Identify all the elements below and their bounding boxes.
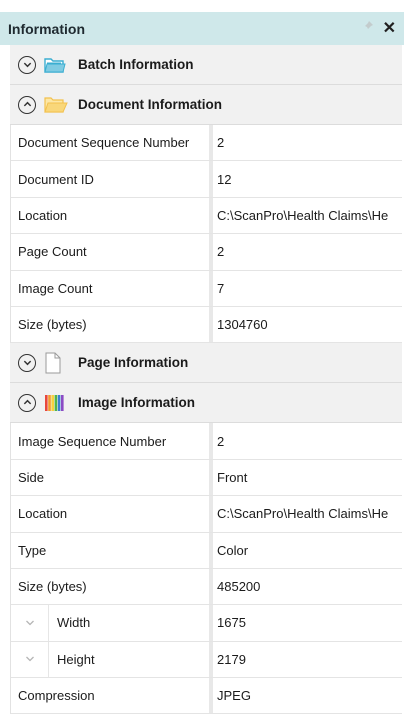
chevron-down-icon[interactable] (11, 605, 49, 641)
property-row[interactable]: Type Color (11, 532, 402, 569)
property-value[interactable]: 2179 (213, 642, 402, 677)
property-row[interactable]: Document ID 12 (11, 161, 402, 198)
property-value[interactable]: Front (213, 460, 402, 495)
property-row[interactable]: Compression JPEG (11, 678, 402, 715)
image-properties-table: Image Sequence Number 2 Side Front Locatio… (10, 423, 402, 715)
property-value[interactable]: JPEG (213, 678, 402, 713)
property-label: Compression (11, 678, 209, 714)
section-header-document[interactable]: Document Information (10, 85, 402, 125)
section-header-image[interactable]: Image Information (10, 383, 402, 424)
chevron-down-circle-icon[interactable] (18, 353, 36, 372)
chevron-up-circle-icon[interactable] (18, 393, 36, 412)
document-properties-table: Document Sequence Number 2 Document ID 12 … (10, 125, 402, 344)
property-row[interactable]: Page Count 2 (11, 234, 402, 271)
property-label: Image Count (11, 270, 209, 306)
property-label: Document ID (11, 161, 209, 197)
property-row[interactable]: Document Sequence Number 2 (11, 125, 402, 162)
property-label: Image Sequence Number (11, 423, 209, 459)
property-label: Type (11, 532, 209, 568)
chevron-up-circle-icon[interactable] (18, 95, 36, 114)
close-icon[interactable]: ✕ (383, 18, 396, 38)
property-label-cell: Height (11, 641, 209, 678)
property-row[interactable]: Location C:\ScanPro\Health Claims\He (11, 197, 402, 235)
chevron-down-circle-icon[interactable] (18, 55, 36, 74)
section-header-page[interactable]: Page Information (10, 343, 402, 384)
property-row[interactable]: Image Count 7 (11, 270, 402, 307)
chevron-down-icon[interactable] (11, 641, 49, 678)
property-value[interactable]: 485200 (213, 569, 402, 604)
property-label-cell: Width (11, 605, 209, 641)
property-value[interactable]: C:\ScanPro\Health Claims\He (213, 496, 402, 531)
panel-title: Information (8, 20, 85, 37)
property-label: Page Count (11, 234, 209, 270)
property-value[interactable]: 1675 (213, 605, 402, 640)
folder-icon (44, 55, 68, 75)
page-icon (44, 352, 68, 374)
property-value[interactable]: C:\ScanPro\Health Claims\He (213, 198, 402, 233)
property-label: Size (bytes) (11, 306, 209, 343)
folder-open-icon (44, 95, 68, 115)
panel-title-bar: Information ✕ (0, 12, 404, 45)
property-label: Document Sequence Number (11, 125, 209, 161)
property-row[interactable]: Size (bytes) 485200 (11, 568, 402, 606)
section-title-document: Document Information (78, 97, 222, 112)
image-bars-icon (44, 393, 68, 413)
property-value[interactable]: 12 (213, 161, 402, 196)
property-label: Height (57, 651, 95, 667)
section-title-page: Page Information (78, 355, 189, 371)
property-label: Location (11, 496, 209, 532)
property-row-width[interactable]: Width 1675 (11, 605, 402, 642)
section-title-batch: Batch Information (78, 57, 194, 72)
property-row[interactable]: Side Front (11, 459, 402, 497)
property-value[interactable]: Color (213, 533, 402, 568)
pin-icon[interactable] (362, 20, 374, 35)
property-label: Width (57, 615, 91, 631)
property-value[interactable]: 1304760 (213, 307, 402, 342)
property-value[interactable]: 2 (213, 423, 402, 458)
property-value[interactable]: 2 (213, 234, 402, 269)
information-panel: Batch Information Document Information D… (10, 45, 402, 715)
property-label: Size (bytes) (11, 568, 209, 605)
property-row[interactable]: Size (bytes) 1304760 (11, 306, 402, 344)
section-header-batch[interactable]: Batch Information (10, 45, 402, 85)
property-row[interactable]: Image Sequence Number 2 (11, 423, 402, 460)
property-row[interactable]: Location C:\ScanPro\Health Claims\He (11, 496, 402, 533)
property-row-height[interactable]: Height 2179 (11, 641, 402, 679)
property-value[interactable]: 2 (213, 125, 402, 160)
section-title-image: Image Information (78, 395, 196, 411)
property-label: Side (11, 459, 209, 496)
property-value[interactable]: 7 (213, 271, 402, 306)
property-label: Location (11, 197, 209, 234)
